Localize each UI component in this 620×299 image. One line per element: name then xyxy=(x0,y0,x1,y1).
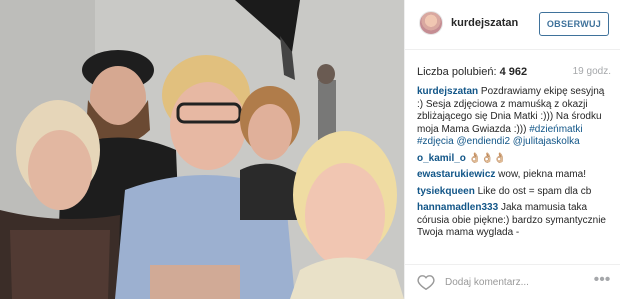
post-time[interactable]: 19 godz. xyxy=(573,66,611,77)
hashtag-zdjecia[interactable]: #zdjęcia xyxy=(417,136,454,147)
avatar[interactable] xyxy=(419,11,443,35)
post-username[interactable]: kurdejszatan xyxy=(451,17,518,29)
comment-footer: ••• xyxy=(405,264,620,299)
likes-number: 4 962 xyxy=(499,66,528,78)
hashtag-dzien-matki[interactable]: #dzieńmatki xyxy=(529,124,582,135)
post-photo[interactable] xyxy=(0,0,404,299)
post-side-panel: kurdejszatan OBSERWUJ Liczba polubień: 4… xyxy=(404,0,620,299)
post-meta: Liczba polubień: 4 962 19 godz. xyxy=(405,50,620,86)
comment-item: o_kamil_o 👌🏼👌🏼👌🏼 xyxy=(417,153,613,166)
comment-text: 👌🏼👌🏼👌🏼 xyxy=(468,152,507,164)
comment-text: Like do ost = spam dla cb xyxy=(477,185,592,197)
comment-text: wow, piekna mama! xyxy=(498,169,586,180)
comment-username[interactable]: hannamadlen333 xyxy=(417,202,498,213)
comment-username[interactable]: ewastarukiewicz xyxy=(417,169,495,180)
comment-username[interactable]: o_kamil_o xyxy=(417,153,466,164)
mention-julitajaskolka[interactable]: @julitajaskolka xyxy=(513,136,580,147)
mention-endiendi2[interactable]: @endiendi2 xyxy=(456,136,510,147)
add-comment-input[interactable] xyxy=(445,273,575,291)
likes-label: Liczba polubień: xyxy=(417,66,497,78)
comments-list: kurdejszatan Pozdrawiamy ekipę sesyjną :… xyxy=(417,86,613,244)
likes-count[interactable]: Liczba polubień: 4 962 xyxy=(417,66,527,78)
caption-username[interactable]: kurdejszatan xyxy=(417,86,478,97)
comment-username[interactable]: tysiekqueen xyxy=(417,186,475,197)
heart-icon[interactable] xyxy=(417,274,435,290)
caption: kurdejszatan Pozdrawiamy ekipę sesyjną :… xyxy=(417,86,613,149)
comment-item: hannamadlen333 Jaka mamusia taka córusia… xyxy=(417,202,613,240)
selfie-photo-illustration xyxy=(0,0,404,299)
more-options-icon[interactable]: ••• xyxy=(593,272,611,290)
post-header: kurdejszatan OBSERWUJ xyxy=(405,0,620,50)
follow-button[interactable]: OBSERWUJ xyxy=(539,12,609,36)
comment-item: ewastarukiewicz wow, piekna mama! xyxy=(417,169,613,182)
comment-item: tysiekqueen Like do ost = spam dla cb xyxy=(417,186,613,199)
